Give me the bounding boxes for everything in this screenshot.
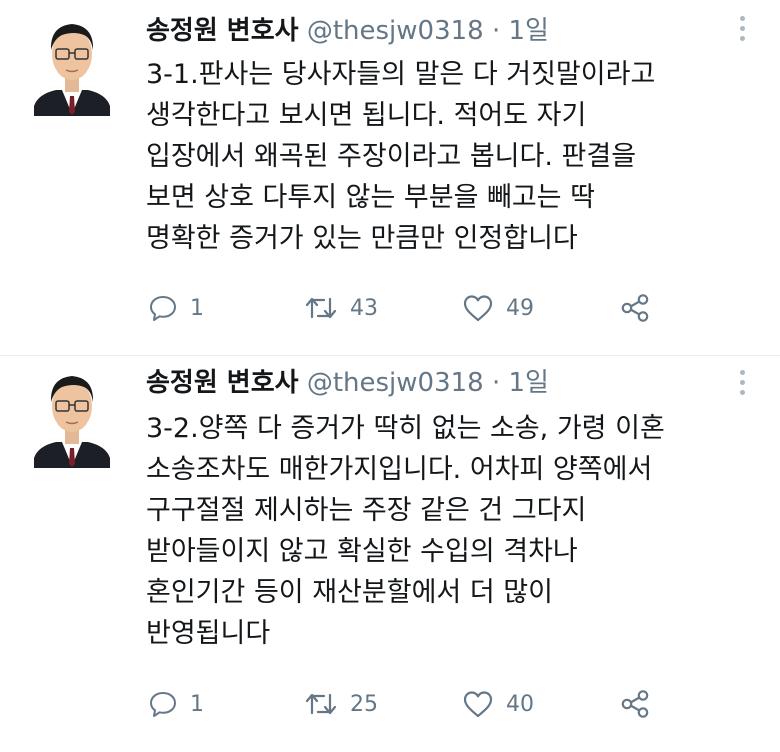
more-options-icon[interactable] [734, 8, 750, 48]
like-button[interactable]: 49 [462, 288, 534, 328]
tweet-actions: 1 25 40 [146, 684, 666, 724]
tweet-text: 3-1.판사는 당사자들의 말은 다 거짓말이라고 생각한다고 보시면 됩니다.… [146, 54, 655, 259]
share-button[interactable] [620, 288, 650, 328]
retweet-count: 25 [350, 691, 378, 717]
tweet-line: 생각한다고 보시면 됩니다. 적어도 자기 [146, 100, 587, 131]
retweet-button[interactable]: 43 [304, 288, 378, 328]
avatar[interactable] [34, 368, 110, 468]
tweet-line: 명확한 증거가 있는 만큼만 인정합니다 [146, 223, 578, 254]
share-icon [621, 294, 649, 322]
like-count: 40 [506, 691, 534, 717]
timestamp[interactable]: 1일 [509, 16, 549, 46]
tweet-text: 3-2.양쪽 다 증거가 딱히 없는 소송, 가령 이혼 소송조차도 매한가지입… [146, 408, 665, 654]
share-button[interactable] [620, 684, 650, 724]
reply-button[interactable]: 1 [148, 684, 204, 724]
tweet-line: 3-1.판사는 당사자들의 말은 다 거짓말이라고 [146, 59, 656, 90]
separator: · [491, 368, 501, 398]
tweet-header: 송정원 변호사 @thesjw0318 · 1일 [146, 14, 549, 48]
author-name[interactable]: 송정원 변호사 [146, 368, 299, 398]
author-name[interactable]: 송정원 변호사 [146, 16, 299, 46]
avatar[interactable] [34, 16, 110, 116]
author-handle[interactable]: @thesjw0318 [307, 16, 484, 46]
author-handle[interactable]: @thesjw0318 [307, 368, 484, 398]
avatar-image [34, 376, 110, 468]
tweet-line: 3-2.양쪽 다 증거가 딱히 없는 소송, 가령 이혼 [146, 413, 665, 444]
tweet[interactable]: 송정원 변호사 @thesjw0318 · 1일 3-2.양쪽 다 증거가 딱히… [0, 356, 780, 752]
retweet-icon [305, 297, 337, 319]
reply-button[interactable]: 1 [148, 288, 204, 328]
tweet-actions: 1 43 49 [146, 288, 666, 328]
heart-icon [463, 295, 493, 322]
tweet-line: 반영됩니다 [146, 618, 271, 649]
reply-count: 1 [190, 691, 204, 717]
retweet-icon [305, 693, 337, 715]
like-button[interactable]: 40 [462, 684, 534, 724]
tweet-line: 받아들이지 않고 확실한 수입의 격차나 [146, 536, 578, 567]
tweet-line: 보면 상호 다투지 않는 부분을 빼고는 딱 [146, 182, 595, 213]
avatar-image [34, 24, 110, 116]
reply-count: 1 [190, 295, 204, 321]
separator: · [491, 16, 501, 46]
tweet-line: 혼인기간 등이 재산분할에서 더 많이 [146, 577, 553, 608]
retweet-count: 43 [350, 295, 378, 321]
like-count: 49 [506, 295, 534, 321]
share-icon [621, 690, 649, 718]
tweet-line: 소송조차도 매한가지입니다. 어차피 양쪽에서 [146, 454, 653, 485]
heart-icon [463, 691, 493, 718]
tweet-header: 송정원 변호사 @thesjw0318 · 1일 [146, 366, 549, 400]
tweet-line: 입장에서 왜곡된 주장이라고 봅니다. 판결을 [146, 141, 637, 172]
reply-icon [150, 296, 176, 321]
tweet[interactable]: 송정원 변호사 @thesjw0318 · 1일 3-1.판사는 당사자들의 말… [0, 0, 780, 360]
retweet-button[interactable]: 25 [304, 684, 378, 724]
more-options-icon[interactable] [734, 362, 750, 402]
tweet-line: 구구절절 제시하는 주장 같은 건 그다지 [146, 495, 587, 526]
timestamp[interactable]: 1일 [509, 368, 549, 398]
reply-icon [150, 692, 176, 717]
